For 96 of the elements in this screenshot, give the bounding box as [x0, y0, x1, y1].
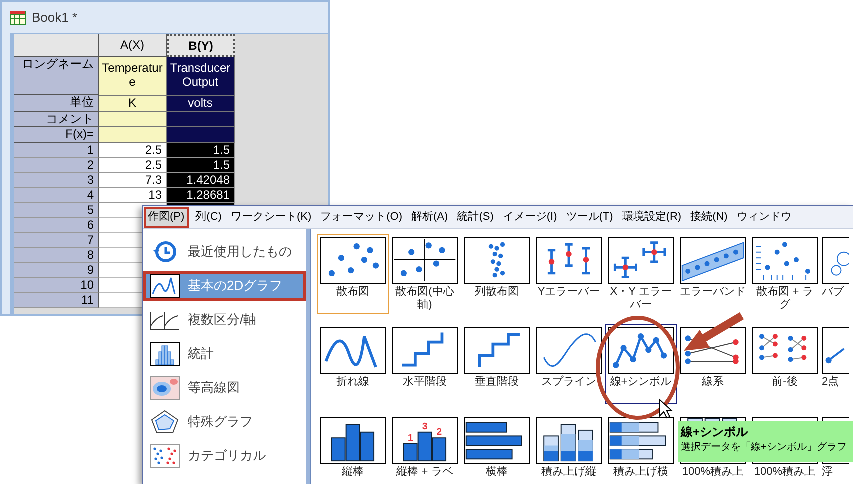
data-cell: 1.42048 — [167, 173, 235, 188]
before-after-chart-icon — [752, 327, 818, 374]
data-cell: 1.5 — [167, 143, 235, 158]
graph-type-tile[interactable]: 散布図 + ラグ — [749, 234, 821, 314]
mouse-cursor-icon — [660, 398, 674, 419]
graph-type-tile[interactable]: 散布図 — [317, 234, 389, 314]
row-number: 4 — [14, 188, 99, 203]
row-number: 8 — [14, 248, 99, 263]
graph-type-tile[interactable]: 積み上げ縦 — [533, 414, 605, 484]
row-label: 単位 — [14, 95, 99, 112]
graph-type-tile[interactable]: X・Y エラーバー — [605, 234, 677, 314]
long-name-cell: Transducer Output — [167, 57, 235, 95]
units-cell: K — [99, 95, 167, 112]
row-number: 6 — [14, 218, 99, 233]
menu-item[interactable]: 接続(N) — [688, 206, 730, 228]
stacked-bar-chart-icon — [608, 417, 674, 464]
menu-item[interactable]: 環境設定(R) — [620, 206, 684, 228]
line-chart-icon — [150, 274, 180, 298]
menu-item[interactable]: イメージ(I) — [500, 206, 560, 228]
line-symbol-chart-icon — [608, 327, 674, 374]
dot-plot-icon — [150, 444, 180, 468]
row-number: 3 — [14, 173, 99, 188]
row-label: ロングネーム — [14, 57, 99, 95]
long-name-cell: Temperature — [99, 57, 167, 95]
xy-error-bar-chart-icon — [608, 237, 674, 284]
column-header[interactable]: B(Y) — [167, 34, 235, 57]
histogram-icon — [150, 342, 180, 366]
graph-type-tile[interactable]: 水平階段 — [389, 324, 461, 404]
bar-chart-icon — [464, 417, 530, 464]
graph-type-tile[interactable]: バブ — [821, 234, 849, 314]
menu-item[interactable]: ワークシート(K) — [228, 206, 314, 228]
graph-type-tile[interactable]: 縦棒 — [317, 414, 389, 484]
category-item[interactable]: カテゴリカル — [143, 441, 306, 471]
graph-type-tile[interactable]: 線+シンボル — [605, 324, 677, 404]
menu-item[interactable]: 統計(S) — [455, 206, 496, 228]
data-cell: 13 — [99, 188, 167, 203]
menu-item[interactable]: 解析(A) — [410, 206, 450, 228]
row-label: F(x)= — [14, 127, 99, 143]
line-chart-icon — [320, 327, 386, 374]
row-number: 7 — [14, 233, 99, 248]
window-title: Book1 * — [32, 8, 78, 27]
menu-item[interactable]: ウィンドウ — [734, 206, 794, 228]
tooltip-title: 線+シンボル — [681, 424, 750, 440]
bubble-chart-icon — [822, 237, 849, 284]
column-scatter-chart-icon — [464, 237, 530, 284]
graph-type-tile[interactable]: 1 3 2 縦棒 + ラベ — [389, 414, 461, 484]
labeled-column-chart-icon: 1 3 2 — [392, 417, 458, 464]
data-cell: 2.5 — [99, 158, 167, 173]
centered-scatter-chart-icon — [392, 237, 458, 284]
category-item[interactable]: 等高線図 — [143, 373, 306, 403]
vertical-step-chart-icon — [464, 327, 530, 374]
error-bar-chart-icon — [536, 237, 602, 284]
row-number: 9 — [14, 263, 99, 278]
graph-type-tile[interactable]: エラーバンド — [677, 234, 749, 314]
category-item[interactable]: 統計 — [143, 339, 306, 369]
row-label: コメント — [14, 112, 99, 127]
error-band-chart-icon — [680, 237, 746, 284]
column-header[interactable]: A(X) — [99, 34, 167, 57]
data-cell: 1.28681 — [167, 188, 235, 203]
graph-type-tile[interactable]: 横棒 — [461, 414, 533, 484]
graph-type-tile[interactable]: 折れ線 — [317, 324, 389, 404]
category-item[interactable]: 特殊グラフ — [143, 407, 306, 437]
pointer-arrow — [684, 312, 744, 351]
menu-item[interactable]: 作図(P) — [144, 206, 189, 228]
graph-type-tile[interactable]: 垂直階段 — [461, 324, 533, 404]
rug-scatter-chart-icon — [752, 237, 818, 284]
scatter-chart-icon — [320, 237, 386, 284]
data-cell: 2.5 — [99, 143, 167, 158]
data-cell: 1.5 — [167, 158, 235, 173]
worksheet-icon — [10, 10, 26, 24]
row-number: 2 — [14, 158, 99, 173]
step-chart-icon — [392, 327, 458, 374]
two-point-chart-icon — [822, 327, 849, 374]
column-chart-icon — [320, 417, 386, 464]
radar-chart-icon — [150, 410, 180, 434]
graph-type-tile[interactable]: スプライン — [533, 324, 605, 404]
stacked-column-chart-icon — [536, 417, 602, 464]
graph-type-tile[interactable]: 前-後 — [749, 324, 821, 404]
contour-icon — [150, 376, 180, 400]
row-number: 5 — [14, 203, 99, 218]
units-cell: volts — [167, 95, 235, 112]
graph-type-tile[interactable]: Yエラーバー — [533, 234, 605, 314]
menu-item[interactable]: フォーマット(O) — [318, 206, 405, 228]
graph-type-tile[interactable]: 積み上げ横 — [605, 414, 677, 484]
graph-type-tile[interactable]: 散布図(中心軸) — [389, 234, 461, 314]
row-number: 11 — [14, 293, 99, 308]
graph-type-tile[interactable]: 列散布図 — [461, 234, 533, 314]
menu-item[interactable]: 列(C) — [194, 206, 224, 228]
row-number: 10 — [14, 278, 99, 293]
row-number: 1 — [14, 143, 99, 158]
menu-item[interactable]: ツール(T) — [564, 206, 616, 228]
spline-chart-icon — [536, 327, 602, 374]
data-cell: 7.3 — [99, 173, 167, 188]
category-item[interactable]: 最近使用したもの — [143, 237, 306, 267]
graph-type-tile[interactable]: 2点 — [821, 324, 849, 404]
category-item[interactable]: 複数区分/軸 — [143, 305, 306, 335]
